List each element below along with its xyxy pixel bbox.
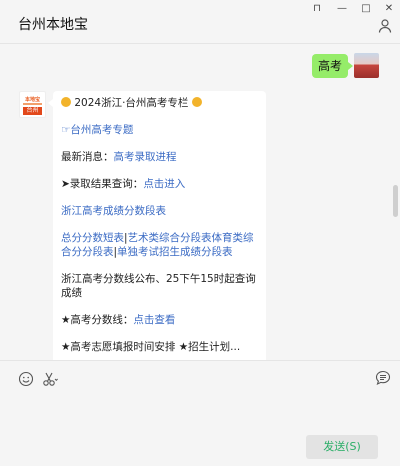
orange-dot-icon [191, 97, 202, 107]
link-art-score[interactable]: 艺术类综合分段表 [128, 232, 212, 244]
my-avatar[interactable] [354, 53, 379, 78]
title-bar: 台州本地宝 ⊓ — □ ✕ [0, 0, 400, 44]
incoming-message: 2024浙江·台州高考专栏 ☞台州高考专题 最新消息：高考录取进程 ➤录取结果查… [48, 91, 266, 360]
msg-line-topic: ☞台州高考专题 [61, 123, 258, 137]
logo-text: 本地宝 [24, 97, 40, 103]
news-label: 最新消息： [61, 151, 114, 163]
msg-line-cutoff: ★高考分数线：点击查看 [61, 313, 258, 327]
close-button[interactable]: ✕ [377, 2, 400, 16]
emoji-icon[interactable] [18, 371, 34, 387]
msg-line-announcement: 浙江高考分数线公布、25下午15时起查询成绩 [61, 273, 256, 299]
bot-avatar[interactable]: 本地宝 台州 [19, 91, 46, 118]
maximize-button[interactable]: □ [354, 2, 378, 16]
link-admission-progress[interactable]: 高考录取进程 [114, 151, 177, 163]
orange-dot-icon [61, 97, 71, 107]
cutoff-label: ★高考分数线： [61, 314, 134, 326]
msg-line-result: ➤录取结果查询：点击进入 [61, 177, 258, 191]
msg-line-title: 2024浙江·台州高考专栏 [61, 96, 258, 110]
title-text: 2024浙江·台州高考专栏 [74, 97, 189, 109]
result-label: ➤录取结果查询： [61, 178, 144, 190]
chat-title: 台州本地宝 [18, 17, 88, 33]
msg-line-tables: 总分分数短表|艺术类综合分段表体育类综合分分段表|单独考试招生成绩分段表 [61, 231, 258, 259]
message-list[interactable]: 高考 本地宝 台州 2024浙江·台州高考专栏 ☞台州高考专题 最新消息：高考录… [0, 45, 400, 360]
link-total-score[interactable]: 总分分数短表 [61, 232, 124, 244]
chat-info-icon[interactable] [377, 18, 393, 34]
link-view-cutoff[interactable]: 点击查看 [133, 314, 175, 326]
minimize-button[interactable]: — [330, 2, 354, 16]
hand-point-icon: ☞ [61, 124, 71, 136]
msg-line-news: 最新消息：高考录取进程 [61, 150, 258, 164]
link-score-segments[interactable]: 浙江高考成绩分数段表 [61, 204, 258, 218]
outgoing-message[interactable]: 高考 [312, 54, 353, 78]
scissors-icon[interactable] [42, 371, 58, 387]
link-gaokao-topic[interactable]: 台州高考专题 [70, 124, 133, 136]
logo-stripe [23, 103, 42, 105]
chat-history-icon[interactable] [375, 370, 391, 386]
link-separate-exam-score[interactable]: 单独考试招生成绩分段表 [117, 246, 233, 258]
scrollbar-thumb[interactable] [393, 185, 398, 217]
link-enter[interactable]: 点击进入 [143, 178, 185, 190]
send-button[interactable]: 发送(S) [306, 435, 378, 459]
pin-icon[interactable]: ⊓ [305, 2, 329, 16]
input-area[interactable]: 发送(S) [0, 360, 400, 466]
msg-line-more: ★高考志愿填报时间安排 ★招生计划... [61, 341, 241, 353]
logo-badge: 台州 [23, 107, 42, 115]
